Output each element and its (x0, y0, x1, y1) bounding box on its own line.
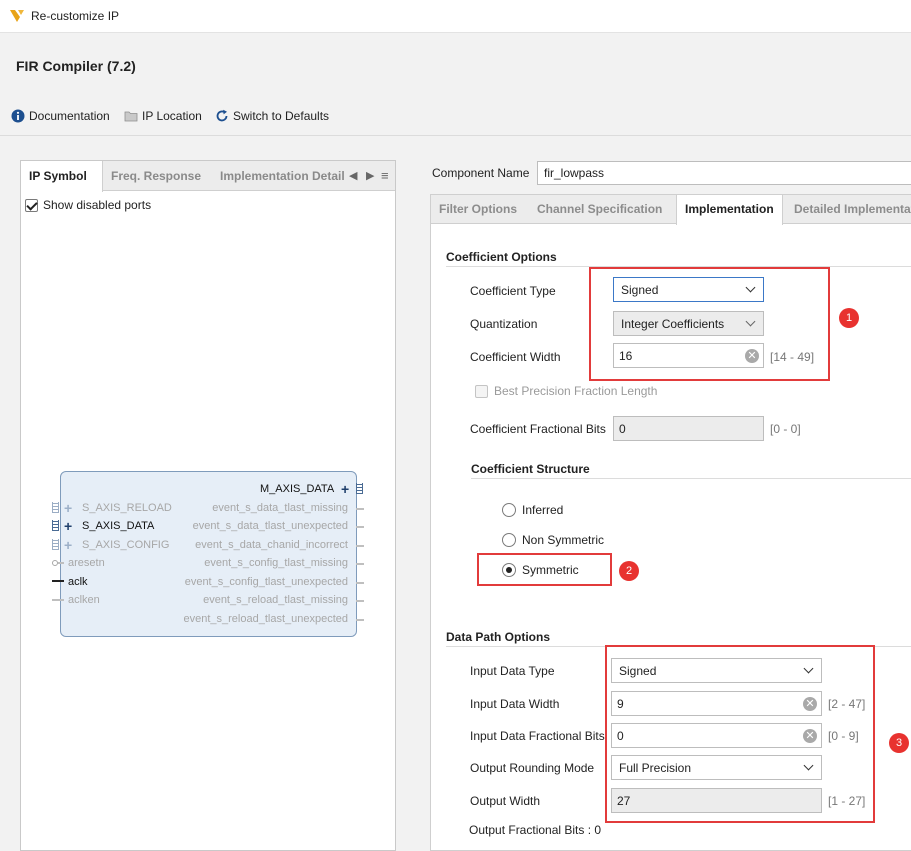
radio-non-symmetric[interactable]: Non Symmetric (502, 533, 604, 547)
switch-defaults-button[interactable]: Switch to Defaults (215, 109, 329, 123)
annotation-badge: 2 (619, 561, 639, 581)
tab-scroll-left-icon[interactable]: ◀ (349, 169, 357, 182)
highlight-box (605, 645, 875, 823)
tab-menu-icon[interactable]: ≡ (381, 168, 389, 183)
coefficient-structure-title: Coefficient Structure (471, 462, 590, 476)
input-fractional-bits-label: Input Data Fractional Bits (470, 729, 605, 743)
tab-channel-specification[interactable]: Channel Specification (529, 195, 670, 224)
refresh-icon (216, 109, 228, 122)
port-aclken: aclken (68, 594, 100, 606)
toolbar: Documentation IP Location Switch to Defa… (0, 106, 911, 128)
coefficient-fractional-bits-range: [0 - 0] (770, 422, 801, 436)
pin-line (356, 508, 364, 510)
bus-icon (52, 502, 59, 513)
port-s-axis-data: S_AXIS_DATA (82, 520, 155, 532)
section-divider (471, 478, 911, 479)
radio-button-icon[interactable] (502, 503, 516, 517)
port-aclk: aclk (68, 576, 88, 588)
data-path-options-title: Data Path Options (446, 630, 551, 644)
coefficient-fractional-bits-label: Coefficient Fractional Bits (470, 422, 606, 436)
expand-plus-icon[interactable]: + (64, 501, 72, 515)
annotation-badge: 1 (839, 308, 859, 328)
pin-line (356, 545, 364, 547)
switch-defaults-label: Switch to Defaults (233, 109, 330, 123)
output-width-label: Output Width (470, 794, 541, 808)
coefficient-options-title: Coefficient Options (446, 250, 557, 264)
bus-icon (52, 520, 59, 531)
radio-inferred-label: Inferred (522, 503, 564, 517)
port-event: event_s_data_tlast_missing (212, 502, 348, 514)
ip-location-label: IP Location (142, 109, 202, 123)
tab-implementation-detail[interactable]: Implementation Detail (212, 161, 353, 191)
port-event: event_s_reload_tlast_unexpected (183, 613, 348, 625)
tab-filter-options[interactable]: Filter Options (431, 195, 525, 224)
annotation-badge: 3 (889, 733, 909, 753)
port-aresetn: aresetn (68, 557, 105, 569)
expand-plus-icon[interactable]: + (64, 538, 72, 552)
ip-name: FIR Compiler (7.2) (16, 58, 136, 74)
documentation-label: Documentation (29, 109, 110, 123)
port-event: event_s_data_tlast_unexpected (192, 520, 348, 532)
tab-implementation[interactable]: Implementation (676, 195, 783, 225)
bus-icon (356, 483, 363, 494)
pin-line (58, 562, 64, 564)
pin-line (356, 619, 364, 621)
coefficient-type-label: Coefficient Type (470, 284, 556, 298)
port-m-axis-data: M_AXIS_DATA (260, 483, 335, 495)
coefficient-width-label: Coefficient Width (470, 350, 561, 364)
highlight-box (477, 553, 612, 586)
highlight-box (589, 267, 830, 381)
port-s-axis-reload: S_AXIS_RELOAD (82, 502, 172, 514)
bus-icon (52, 539, 59, 550)
show-disabled-ports-checkbox[interactable]: Show disabled ports (25, 198, 151, 212)
checkbox-unchecked-icon[interactable] (475, 384, 488, 398)
pin-line (356, 563, 364, 565)
best-precision-checkbox[interactable]: Best Precision Fraction Length (475, 384, 657, 398)
quantization-label: Quantization (470, 317, 538, 331)
pin-line (356, 526, 364, 528)
checkbox-checked-icon[interactable] (25, 198, 38, 212)
input-data-width-label: Input Data Width (470, 697, 560, 711)
documentation-button[interactable]: Documentation (11, 109, 110, 123)
pin-line (52, 599, 64, 601)
port-event: event_s_config_tlast_unexpected (184, 576, 348, 588)
ip-location-button[interactable]: IP Location (124, 109, 202, 123)
output-rounding-mode-label: Output Rounding Mode (470, 761, 595, 775)
toolbar-divider (0, 135, 911, 136)
expand-plus-icon[interactable]: + (341, 482, 349, 496)
radio-inferred[interactable]: Inferred (502, 503, 563, 517)
component-name-input[interactable]: fir_lowpass (537, 161, 911, 185)
show-disabled-ports-label: Show disabled ports (43, 198, 152, 212)
port-event: event_s_reload_tlast_missing (203, 594, 348, 606)
tab-freq-response[interactable]: Freq. Response (103, 161, 209, 191)
expand-plus-icon[interactable]: + (64, 519, 72, 533)
window-title: Re-customize IP (31, 9, 120, 23)
pin-line (356, 600, 364, 602)
info-icon (11, 109, 25, 123)
port-s-axis-config: S_AXIS_CONFIG (82, 539, 170, 551)
input-data-type-label: Input Data Type (470, 664, 555, 678)
tab-ip-symbol[interactable]: IP Symbol (21, 161, 103, 192)
tab-detailed-implementation[interactable]: Detailed Implementatio (786, 195, 911, 224)
pin-line (52, 580, 64, 582)
window-titlebar: Re-customize IP (0, 0, 911, 33)
vivado-logo-icon (10, 10, 24, 22)
port-event: event_s_data_chanid_incorrect (195, 539, 348, 551)
left-tabbar: IP Symbol Freq. Response Implementation … (21, 161, 395, 192)
component-name-label: Component Name (432, 166, 530, 180)
radio-button-icon[interactable] (502, 533, 516, 547)
radio-non-symmetric-label: Non Symmetric (522, 533, 605, 547)
folder-icon (124, 111, 138, 122)
tab-scroll-right-icon[interactable]: ▶ (366, 169, 374, 182)
best-precision-label: Best Precision Fraction Length (494, 384, 658, 398)
right-tabbar: Filter Options Channel Specification Imp… (431, 195, 911, 225)
pin-line (356, 582, 364, 584)
coefficient-fractional-bits-input: 0 (613, 416, 764, 441)
output-fractional-bits-text: Output Fractional Bits : 0 (469, 823, 602, 837)
port-event: event_s_config_tlast_missing (204, 557, 348, 569)
